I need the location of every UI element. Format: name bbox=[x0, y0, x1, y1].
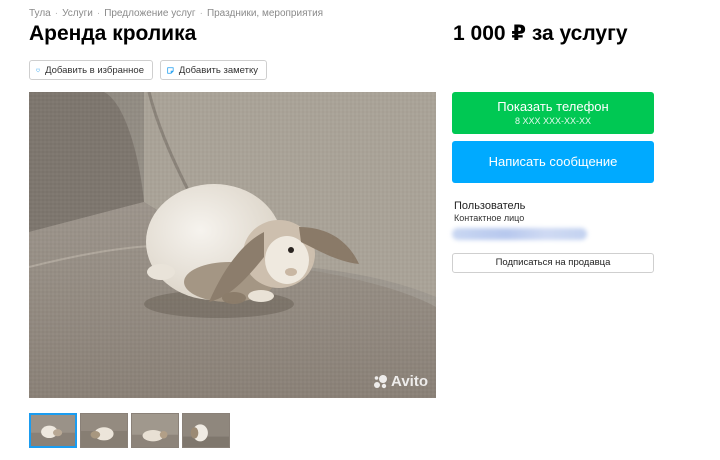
watermark: Avito bbox=[373, 373, 428, 390]
blurred-seller-info bbox=[452, 228, 587, 240]
page-title: Аренда кролика bbox=[29, 22, 197, 45]
thumbnail-strip bbox=[29, 413, 230, 448]
thumbnail-1[interactable] bbox=[29, 413, 77, 448]
breadcrumb: Тула · Услуги · Предложение услуг · Праздники,… bbox=[29, 8, 323, 19]
breadcrumb-separator: · bbox=[96, 8, 101, 19]
masked-phone: 8 XXX XXX-XX-XX bbox=[514, 116, 592, 126]
rabbit-photo bbox=[29, 92, 436, 398]
breadcrumb-item-services[interactable]: Услуги bbox=[62, 8, 93, 19]
thumbnail-image bbox=[81, 414, 127, 447]
heart-icon bbox=[36, 68, 41, 72]
thumbnail-3[interactable] bbox=[131, 413, 179, 448]
thumbnail-image bbox=[183, 414, 229, 447]
note-icon bbox=[167, 66, 174, 74]
show-phone-label: Показать телефон bbox=[497, 99, 609, 114]
thumbnail-4[interactable] bbox=[182, 413, 230, 448]
add-to-favorites-button[interactable]: Добавить в избранное bbox=[29, 60, 153, 80]
add-note-label: Добавить заметку bbox=[178, 64, 258, 76]
seller-name[interactable]: Пользователь bbox=[454, 200, 525, 212]
write-message-button[interactable]: Написать сообщение bbox=[452, 141, 654, 183]
subscribe-seller-button[interactable]: Подписаться на продавца bbox=[452, 253, 654, 273]
add-note-button[interactable]: Добавить заметку bbox=[160, 60, 267, 80]
thumbnail-image bbox=[132, 414, 178, 447]
watermark-text: Avito bbox=[391, 373, 428, 390]
breadcrumb-item-offers[interactable]: Предложение услуг bbox=[104, 8, 195, 19]
avito-logo-icon bbox=[374, 374, 388, 388]
main-photo[interactable]: Avito bbox=[29, 92, 436, 398]
breadcrumb-item-city[interactable]: Тула bbox=[29, 8, 51, 19]
price: 1 000 ₽ за услугу bbox=[453, 22, 628, 45]
thumbnail-image bbox=[31, 415, 75, 446]
breadcrumb-separator: · bbox=[54, 8, 59, 19]
thumbnail-2[interactable] bbox=[80, 413, 128, 448]
breadcrumb-separator: · bbox=[199, 8, 203, 19]
show-phone-button[interactable]: Показать телефон 8 XXX XXX-XX-XX bbox=[452, 92, 654, 134]
add-to-favorites-label: Добавить в избранное bbox=[45, 64, 144, 76]
breadcrumb-item-events[interactable]: Праздники, мероприятия bbox=[207, 8, 323, 19]
seller-role: Контактное лицо bbox=[454, 213, 525, 223]
